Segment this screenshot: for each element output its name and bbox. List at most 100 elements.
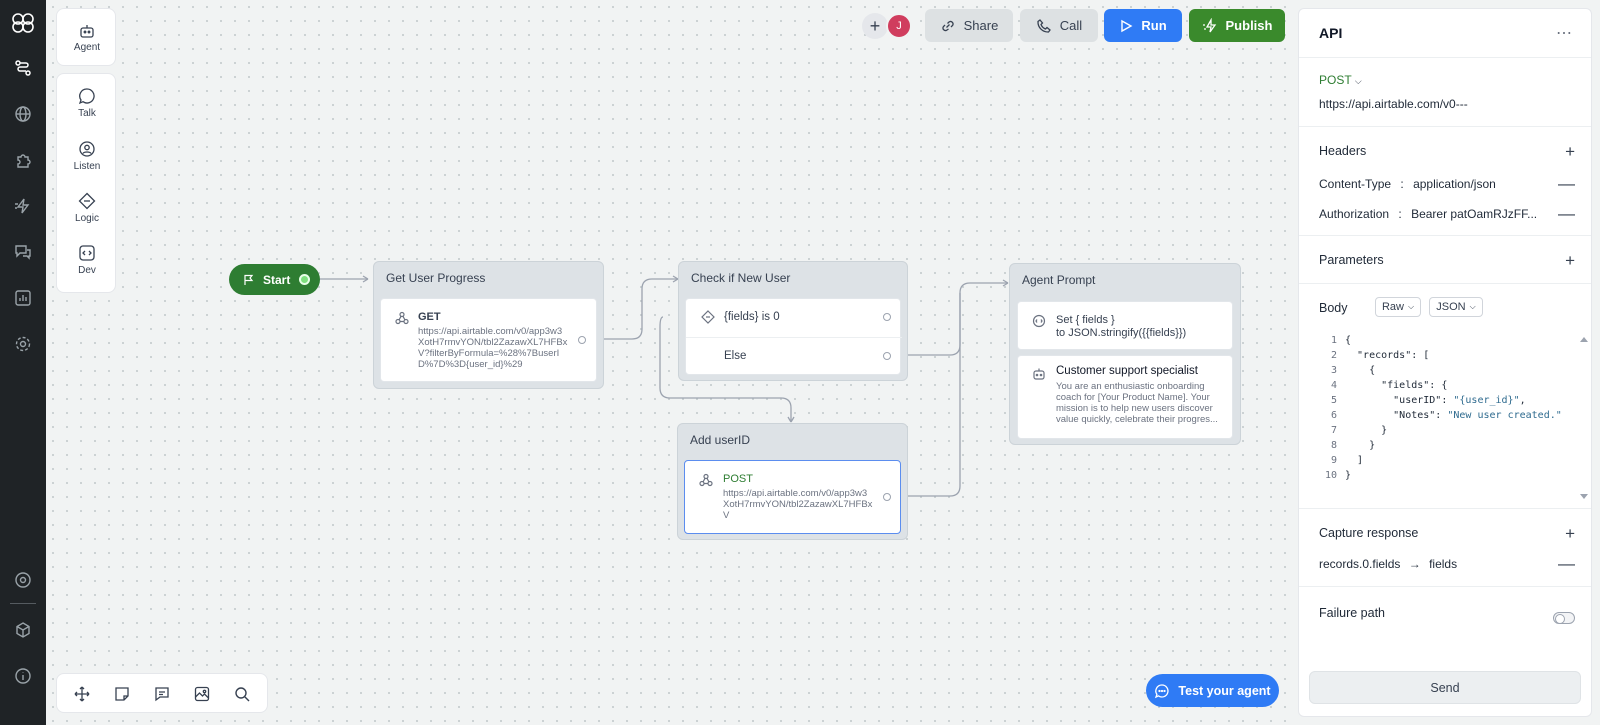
start-node[interactable]: Start (229, 264, 320, 295)
publish-button[interactable]: Publish (1189, 9, 1285, 42)
variable-icon (1032, 314, 1046, 328)
condition-card[interactable]: {fields} is 0 Else (685, 298, 902, 375)
api-step-card[interactable]: GET https://api.airtable.com/v0/app3w3Xo… (380, 298, 597, 382)
add-userid-block[interactable]: Add userID POST https://api.airtable.com… (677, 423, 908, 540)
request-url: https://api.airtable.com/v0/app3w3XotH7r… (723, 488, 873, 521)
test-agent-label: Test your agent (1178, 683, 1271, 698)
body-format-select[interactable]: Raw ⌵ (1375, 297, 1421, 317)
header-value: application/json (1413, 177, 1496, 191)
dev-tool[interactable]: Dev (57, 244, 117, 276)
logic-tool[interactable]: Logic (57, 192, 117, 224)
test-agent-button[interactable]: Test your agent (1146, 674, 1279, 707)
code-text: } (1345, 470, 1352, 481)
start-node-port[interactable] (299, 274, 310, 285)
remove-header-button[interactable]: — (1558, 205, 1575, 222)
comment-icon[interactable] (153, 685, 171, 703)
phone-icon (1037, 18, 1051, 33)
call-button[interactable]: Call (1020, 9, 1098, 42)
method-select[interactable]: POST ⌵ (1319, 73, 1362, 87)
url-input[interactable]: https://api.airtable.com/v0--- (1319, 97, 1468, 111)
run-button[interactable]: Run (1104, 9, 1182, 42)
chevron-down-icon: ⌵ (1407, 302, 1415, 311)
settings-icon[interactable] (13, 334, 33, 354)
info-icon[interactable] (13, 666, 33, 686)
target-icon[interactable] (13, 570, 33, 590)
webhook-icon (395, 311, 409, 325)
get-user-progress-block[interactable]: Get User Progress GET https://api.airtab… (373, 261, 604, 389)
set-line-1: Set { fields } (1056, 314, 1115, 326)
headers-label: Headers (1319, 144, 1367, 158)
header-row[interactable]: Content-Type : application/json (1319, 177, 1496, 191)
more-options-icon[interactable]: ⋯ (1556, 23, 1573, 43)
remove-capture-button[interactable]: — (1558, 555, 1575, 572)
parameters-label: Parameters (1319, 253, 1384, 267)
line-number: 2 (1330, 350, 1337, 361)
code-line: 8 } (1319, 438, 1569, 453)
code-line: 3 { (1319, 363, 1569, 378)
sticky-note-icon[interactable] (113, 685, 131, 703)
line-number: 3 (1330, 365, 1337, 376)
add-parameter-button[interactable]: + (1565, 252, 1575, 269)
analytics-icon[interactable] (13, 288, 33, 308)
header-key: Authorization (1319, 207, 1390, 221)
avatar[interactable]: J (886, 13, 912, 39)
call-button-label: Call (1059, 18, 1083, 33)
code-line: 4 "fields": { (1319, 378, 1569, 393)
code-text: "fields": { (1345, 380, 1448, 391)
agent-palette: Agent (56, 8, 116, 66)
lightning-icon[interactable] (13, 196, 33, 216)
publish-button-label: Publish (1225, 18, 1273, 33)
remove-header-button[interactable]: — (1558, 175, 1575, 192)
check-if-new-user-block[interactable]: Check if New User {fields} is 0 Else (678, 261, 908, 381)
agent-tool[interactable]: Agent (57, 23, 117, 53)
code-line: 2 "records": [ (1319, 348, 1569, 363)
else-port[interactable] (883, 352, 891, 360)
header-key: Content-Type (1319, 177, 1392, 191)
cube-icon[interactable] (13, 620, 33, 640)
share-button-label: Share (963, 18, 999, 33)
add-header-button[interactable]: + (1565, 143, 1575, 160)
capture-path: records.0.fields (1319, 557, 1401, 571)
rail-divider (10, 603, 36, 604)
move-icon[interactable] (73, 685, 91, 703)
body-code-editor[interactable]: 1{2 "records": [3 {4 "fields": {5 "userI… (1319, 333, 1569, 483)
block-title: Check if New User (691, 271, 791, 285)
body-type-select[interactable]: JSON ⌵ (1429, 297, 1483, 317)
body-type-value: JSON (1436, 301, 1466, 313)
chat-icon[interactable] (13, 242, 33, 262)
share-button[interactable]: Share (925, 9, 1013, 42)
capture-response-label: Capture response (1319, 526, 1419, 540)
agent-prompt-block[interactable]: Agent Prompt Set { fields } to JSON.stri… (1009, 263, 1241, 445)
capture-row[interactable]: records.0.fields → fields (1319, 557, 1457, 571)
else-text: Else (724, 350, 747, 362)
condition-diamond-icon (701, 310, 715, 324)
api-settings-panel: API ⋯ POST ⌵ https://api.airtable.com/v0… (1298, 8, 1592, 717)
panel-title: API (1319, 25, 1343, 41)
code-line: 6 "Notes": "New user created." (1319, 408, 1569, 423)
condition-port[interactable] (883, 313, 891, 321)
user-circle-icon (79, 141, 95, 157)
output-port[interactable] (578, 336, 586, 344)
api-step-card[interactable]: POST https://api.airtable.com/v0/app3w3X… (684, 460, 901, 534)
talk-tool[interactable]: Talk (57, 87, 117, 119)
set-variable-card[interactable]: Set { fields } to JSON.stringify({{field… (1017, 301, 1233, 350)
persona-card[interactable]: Customer support specialist You are an e… (1017, 355, 1233, 439)
send-button[interactable]: Send (1309, 671, 1581, 704)
image-icon[interactable] (193, 685, 211, 703)
output-port[interactable] (883, 493, 891, 501)
listen-tool[interactable]: Listen (57, 140, 117, 172)
body-label: Body (1319, 301, 1348, 315)
add-collaborator-button[interactable]: + (862, 13, 888, 39)
app-logo-icon[interactable] (9, 9, 37, 37)
failure-path-toggle[interactable] (1553, 612, 1575, 624)
puzzle-icon[interactable] (13, 150, 33, 170)
header-row[interactable]: Authorization : Bearer patOamRJzFF... (1319, 207, 1537, 221)
code-scrollbar[interactable] (1579, 335, 1589, 501)
flow-icon[interactable] (13, 58, 33, 78)
globe-icon[interactable] (13, 104, 33, 124)
search-icon[interactable] (233, 685, 251, 703)
add-capture-button[interactable]: + (1565, 525, 1575, 542)
listen-tool-label: Listen (73, 161, 101, 172)
code-line: 10} (1319, 468, 1569, 483)
canvas-toolbar (56, 673, 268, 713)
